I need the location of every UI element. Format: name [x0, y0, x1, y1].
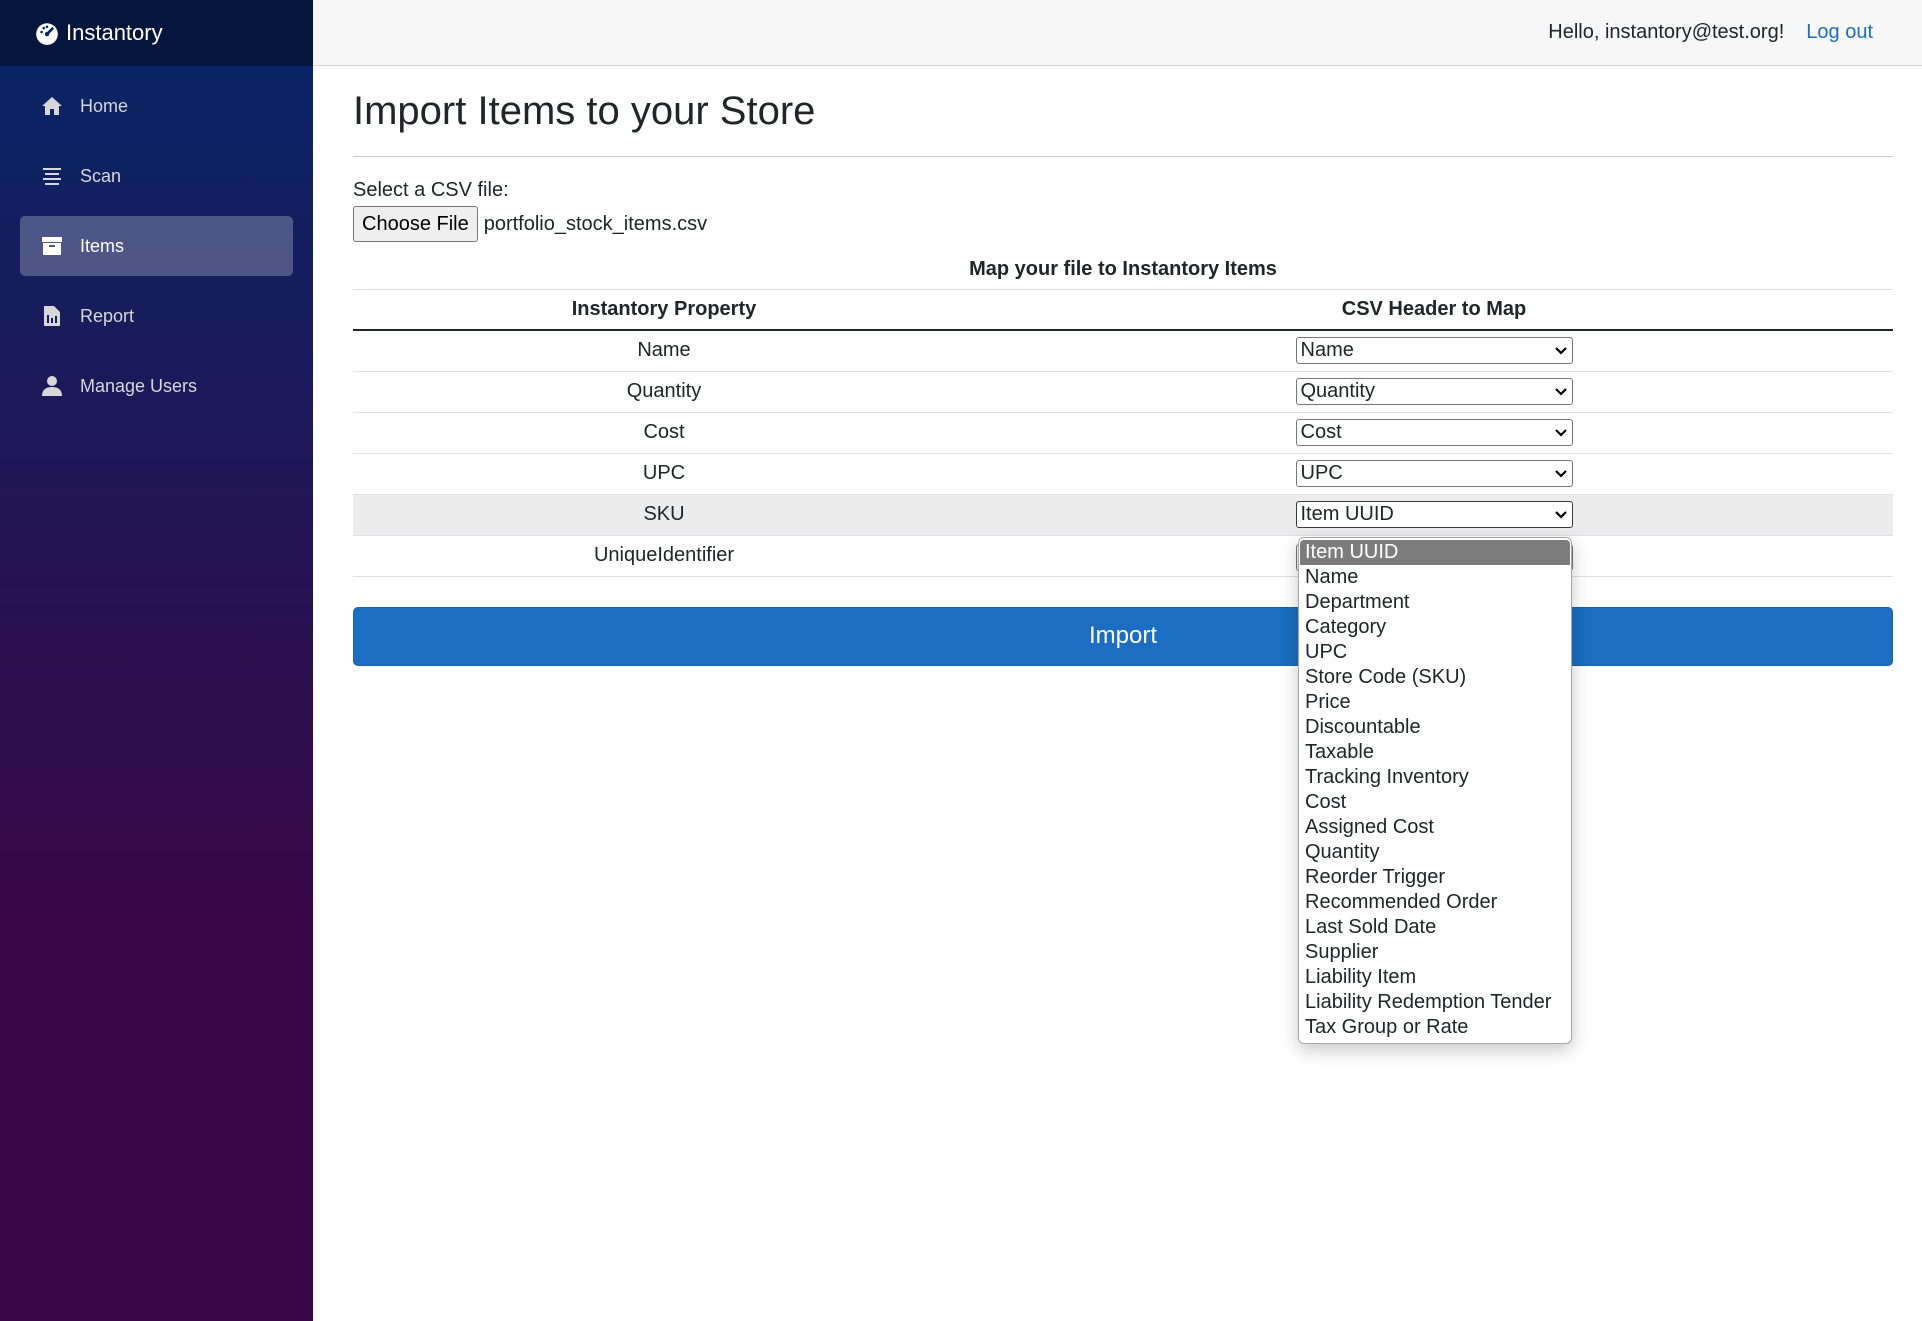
dropdown-option[interactable]: Department: [1300, 590, 1570, 615]
column-header-property: Instantory Property: [353, 290, 975, 331]
dashboard-gauge-icon: [36, 23, 58, 45]
list-icon: [40, 164, 64, 188]
dropdown-option[interactable]: Tracking Inventory: [1300, 765, 1570, 790]
dropdown-option[interactable]: Cost: [1300, 790, 1570, 815]
dropdown-option[interactable]: Liability Item: [1300, 965, 1570, 990]
csv-header-dropdown-list: Item UUID Name Department Category UPC Store …: [1298, 537, 1572, 1044]
chevron-down-icon: [1554, 469, 1567, 478]
table-row: Cost Cost: [353, 412, 1893, 454]
sidebar-nav: Home Scan Items Report Manage Users: [0, 76, 313, 416]
report-icon: [40, 304, 64, 328]
mapping-cell: Name: [975, 330, 1893, 372]
main-content: Import Items to your Store Select a CSV …: [353, 66, 1893, 666]
dropdown-option[interactable]: Tax Group or Rate: [1300, 1015, 1570, 1040]
dropdown-option[interactable]: Price: [1300, 690, 1570, 715]
property-cell: Cost: [353, 412, 975, 454]
dropdown-option[interactable]: Discountable: [1300, 715, 1570, 740]
chevron-down-icon: [1554, 346, 1567, 355]
divider: [353, 156, 1893, 157]
import-button[interactable]: Import: [353, 606, 1893, 666]
chevron-down-icon: [1554, 428, 1567, 437]
chevron-down-icon: [1554, 387, 1567, 396]
dropdown-option[interactable]: Recommended Order: [1300, 890, 1570, 915]
dropdown-option[interactable]: Quantity: [1300, 840, 1570, 865]
property-cell: SKU: [353, 494, 975, 536]
dropdown-option[interactable]: Store Code (SKU): [1300, 665, 1570, 690]
dropdown-option[interactable]: Last Sold Date: [1300, 915, 1570, 940]
mapping-cell: Item UUID: [975, 494, 1893, 536]
brand[interactable]: Instantory: [0, 0, 313, 66]
table-row: UPC UPC: [353, 453, 1893, 495]
mapping-cell: Quantity: [975, 371, 1893, 413]
table-row: Name Name: [353, 330, 1893, 372]
logout-link[interactable]: Log out: [1806, 21, 1873, 44]
dropdown-option[interactable]: Taxable: [1300, 740, 1570, 765]
property-cell: Name: [353, 330, 975, 372]
file-input: Choose File portfolio_stock_items.csv: [353, 206, 1893, 242]
select-value: UPC: [1300, 462, 1343, 484]
chevron-down-icon: [1554, 510, 1567, 519]
dropdown-option[interactable]: Supplier: [1300, 940, 1570, 965]
home-icon: [40, 94, 64, 118]
table-row: Quantity Quantity: [353, 371, 1893, 413]
sidebar-item-scan[interactable]: Scan: [20, 146, 293, 206]
table-row: SKU Item UUID: [353, 494, 1893, 536]
user-greeting: Hello, instantory@test.org!: [1548, 21, 1785, 43]
selected-file-name: portfolio_stock_items.csv: [483, 212, 708, 235]
top-bar: Hello, instantory@test.org! Log out: [313, 0, 1922, 66]
page-title: Import Items to your Store: [353, 89, 816, 133]
select-value: Quantity: [1300, 380, 1375, 402]
archive-icon: [40, 234, 64, 258]
csv-header-select-cost[interactable]: Cost: [1295, 419, 1573, 446]
table-row: UniqueIdentifier: [353, 535, 1893, 577]
dropdown-option[interactable]: Assigned Cost: [1300, 815, 1570, 840]
sidebar-item-label: Manage Users: [80, 375, 198, 396]
table-header-row: Instantory Property CSV Header to Map: [353, 290, 1893, 331]
csv-header-select-name[interactable]: Name: [1295, 337, 1573, 365]
property-cell: UPC: [353, 453, 975, 495]
property-cell: UniqueIdentifier: [353, 535, 975, 577]
select-value: Item UUID: [1300, 503, 1394, 525]
csv-header-select-sku[interactable]: Item UUID: [1295, 501, 1573, 528]
user-icon: [40, 374, 64, 398]
sidebar: Instantory Home Scan Items Report Manage…: [0, 0, 313, 1321]
dropdown-option[interactable]: Name: [1300, 565, 1570, 590]
sidebar-item-home[interactable]: Home: [20, 76, 293, 136]
choose-file-button[interactable]: Choose File: [353, 206, 478, 242]
sidebar-item-label: Report: [80, 305, 135, 326]
dropdown-option[interactable]: Item UUID: [1300, 540, 1570, 565]
dropdown-option[interactable]: Liability Redemption Tender: [1300, 990, 1570, 1015]
table-caption: Map your file to Instantory Items: [353, 258, 1893, 290]
mapping-cell: Cost: [975, 412, 1893, 454]
sidebar-item-label: Home: [80, 95, 129, 116]
sidebar-item-label: Scan: [80, 165, 122, 186]
file-input-label: Select a CSV file:: [353, 179, 509, 201]
sidebar-item-items[interactable]: Items: [20, 216, 293, 276]
brand-name: Instantory: [66, 20, 163, 45]
dropdown-option[interactable]: Reorder Trigger: [1300, 865, 1570, 890]
mapping-cell: UPC: [975, 453, 1893, 495]
column-header-csv: CSV Header to Map: [975, 290, 1893, 331]
sidebar-item-label: Items: [80, 235, 125, 256]
mapping-table: Map your file to Instantory Items Instan…: [353, 258, 1893, 577]
select-value: Cost: [1300, 421, 1342, 443]
sidebar-item-manage-users[interactable]: Manage Users: [20, 356, 293, 416]
property-cell: Quantity: [353, 371, 975, 413]
dropdown-option[interactable]: UPC: [1300, 640, 1570, 665]
sidebar-item-report[interactable]: Report: [20, 286, 293, 346]
select-value: Name: [1300, 339, 1354, 362]
csv-header-select-quantity[interactable]: Quantity: [1295, 378, 1573, 405]
csv-header-select-upc[interactable]: UPC: [1295, 460, 1573, 487]
dropdown-option[interactable]: Category: [1300, 615, 1570, 640]
